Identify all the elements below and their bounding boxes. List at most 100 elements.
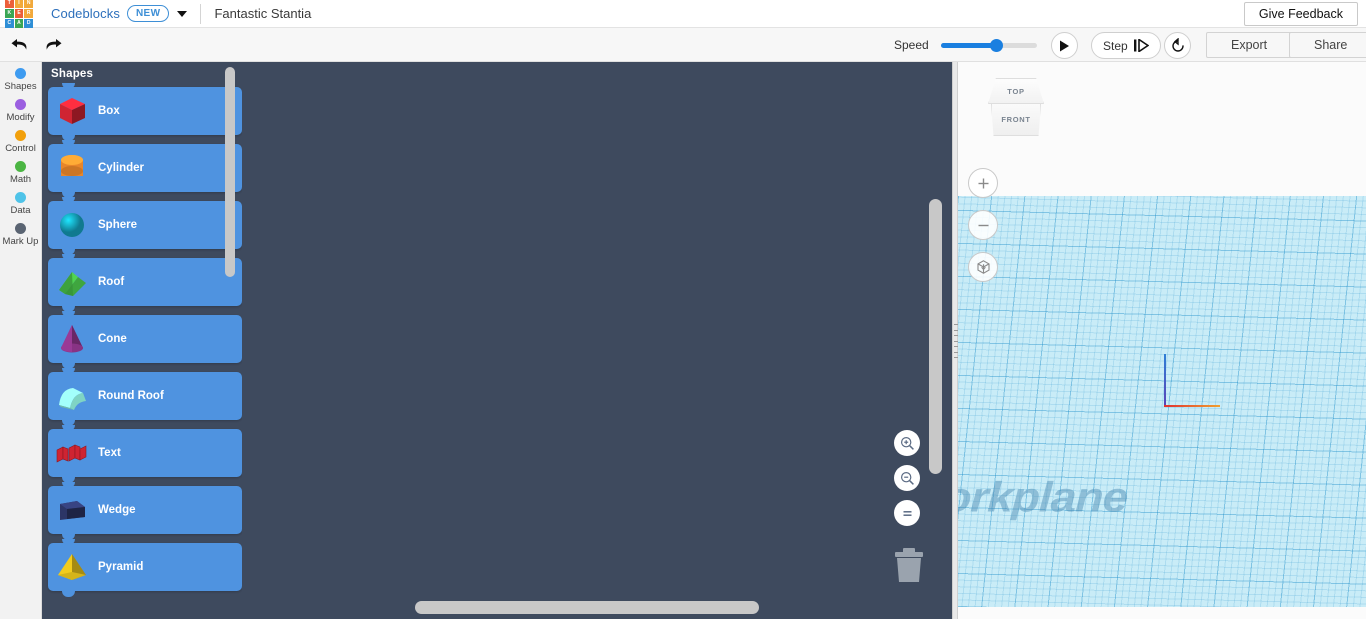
box-thumbnail xyxy=(52,91,92,131)
palette-block-label: Cylinder xyxy=(98,162,145,174)
workspace-zoom-in-button[interactable] xyxy=(894,430,920,456)
logo-tile: E xyxy=(14,9,24,18)
sidebar-item-label: Modify xyxy=(6,112,35,123)
sidebar-item-shapes[interactable]: Shapes xyxy=(0,68,41,92)
roof-thumbnail xyxy=(59,272,86,296)
palette-block-box[interactable]: Box xyxy=(48,83,242,141)
equals-icon xyxy=(903,510,911,516)
palette-block-text[interactable]: Text xyxy=(48,425,242,483)
workplane-grid[interactable]: Workplane xyxy=(958,196,1366,607)
box-thumbnail xyxy=(60,98,85,124)
share-button[interactable]: Share xyxy=(1289,32,1366,58)
speed-slider-knob[interactable] xyxy=(990,38,1004,52)
category-color-dot-icon xyxy=(15,192,26,203)
palette-block-round-roof[interactable]: Round Roof xyxy=(48,368,242,426)
palette-block-list: Box Cylinder Sphere Roof Cone Round Roof Text W… xyxy=(42,80,242,597)
workspace-vertical-scrollbar[interactable] xyxy=(929,199,942,474)
workspace-zoom-out-button[interactable] xyxy=(894,465,920,491)
tinkercad-logo-icon[interactable]: TIN KER CAD xyxy=(5,0,33,28)
step-icon xyxy=(1133,39,1149,52)
sidebar-item-control[interactable]: Control xyxy=(0,130,41,154)
category-color-dot-icon xyxy=(15,161,26,172)
sidebar-item-data[interactable]: Data xyxy=(0,192,41,216)
export-button[interactable]: Export xyxy=(1206,32,1293,58)
tinkercad-codeblocks-app: TIN KER CAD Codeblocks NEW Fantastic Stant… xyxy=(0,0,1366,619)
logo-tile: K xyxy=(5,9,14,18)
sidebar-item-modify[interactable]: Modify xyxy=(0,99,41,123)
workspace-zoom-fit-button[interactable] xyxy=(894,500,920,526)
zoom-in-icon xyxy=(900,436,914,450)
toolbar: Speed Step Export Share xyxy=(0,28,1366,62)
chevron-down-icon[interactable] xyxy=(177,10,188,17)
fit-to-view-cube-icon xyxy=(976,259,990,274)
view-cube-front-face[interactable]: FRONT xyxy=(991,104,1041,136)
x-axis-indicator xyxy=(1164,405,1220,407)
3d-viewport[interactable]: Workplane TOP FRONT xyxy=(958,62,1366,619)
palette-block-label: Pyramid xyxy=(98,561,144,573)
header-divider xyxy=(200,3,202,24)
view-cube-top-label: TOP xyxy=(1007,86,1025,96)
restart-icon xyxy=(1171,37,1184,52)
speed-control: Speed xyxy=(894,28,1037,62)
viewport-zoom-out-button[interactable] xyxy=(968,210,998,240)
cylinder-thumbnail xyxy=(52,148,92,188)
palette-block-wedge[interactable]: Wedge xyxy=(48,482,242,540)
category-color-dot-icon xyxy=(15,68,26,79)
logo-tile: R xyxy=(24,9,33,18)
palette-block-pyramid[interactable]: Pyramid xyxy=(48,539,242,597)
sidebar-item-mark-up[interactable]: Mark Up xyxy=(0,223,41,247)
logo-tile: D xyxy=(24,18,33,28)
category-rail: Shapes Modify Control Math Data Mark Up xyxy=(0,62,42,619)
viewport-zoom-in-button[interactable] xyxy=(968,168,998,198)
code-workspace-canvas[interactable] xyxy=(242,62,952,619)
palette-scrollbar[interactable] xyxy=(225,67,235,277)
palette-block-cone[interactable]: Cone xyxy=(48,311,242,369)
play-button[interactable] xyxy=(1051,32,1078,59)
delete-trash-button[interactable] xyxy=(891,544,927,589)
viewport-fit-view-button[interactable] xyxy=(968,252,998,282)
palette-block-label: Round Roof xyxy=(98,390,164,402)
speed-label: Speed xyxy=(894,38,929,52)
speed-slider[interactable] xyxy=(940,38,1037,52)
sidebar-item-math[interactable]: Math xyxy=(0,161,41,185)
wedge-thumbnail xyxy=(52,490,92,530)
roof-thumbnail xyxy=(52,262,92,302)
palette-block-roof[interactable]: Roof xyxy=(48,254,242,312)
sidebar-item-label: Shapes xyxy=(4,81,37,92)
brand-label[interactable]: Codeblocks xyxy=(51,6,120,21)
minus-icon xyxy=(978,224,988,226)
plus-icon xyxy=(978,178,988,188)
text-thumbnail xyxy=(52,433,92,473)
zoom-out-icon xyxy=(900,471,914,485)
document-title[interactable]: Fantastic Stantia xyxy=(214,6,311,21)
pyramid-thumbnail xyxy=(58,554,86,580)
restart-button[interactable] xyxy=(1164,32,1191,59)
give-feedback-button[interactable]: Give Feedback xyxy=(1243,2,1358,26)
sphere-thumbnail xyxy=(52,205,92,245)
palette-block-label: Box xyxy=(98,105,120,117)
logo-tile: A xyxy=(14,18,24,28)
step-label: Step xyxy=(1103,38,1128,53)
step-button[interactable]: Step xyxy=(1091,32,1161,59)
undo-arrow-icon[interactable] xyxy=(6,32,32,58)
logo-tile: C xyxy=(5,18,14,28)
redo-arrow-icon[interactable] xyxy=(40,32,66,58)
category-color-dot-icon xyxy=(15,223,26,234)
view-cube[interactable]: TOP FRONT xyxy=(982,78,1050,146)
sphere-thumbnail xyxy=(60,213,84,237)
sidebar-item-label: Math xyxy=(9,174,32,185)
workspace-horizontal-scrollbar[interactable] xyxy=(415,601,759,614)
workplane-label: Workplane xyxy=(958,473,1129,521)
palette-title: Shapes xyxy=(51,68,94,80)
view-cube-top-face[interactable]: TOP xyxy=(988,78,1044,104)
cone-thumbnail xyxy=(52,319,92,359)
sidebar-item-label: Mark Up xyxy=(2,236,39,247)
sidebar-item-label: Data xyxy=(10,205,31,216)
category-color-dot-icon xyxy=(15,99,26,110)
logo-tile: I xyxy=(14,0,24,9)
palette-block-label: Wedge xyxy=(98,504,136,516)
palette-block-sphere[interactable]: Sphere xyxy=(48,197,242,255)
view-cube-front-label: FRONT xyxy=(1001,115,1031,124)
palette-block-cylinder[interactable]: Cylinder xyxy=(48,140,242,198)
logo-tile: T xyxy=(5,0,14,9)
